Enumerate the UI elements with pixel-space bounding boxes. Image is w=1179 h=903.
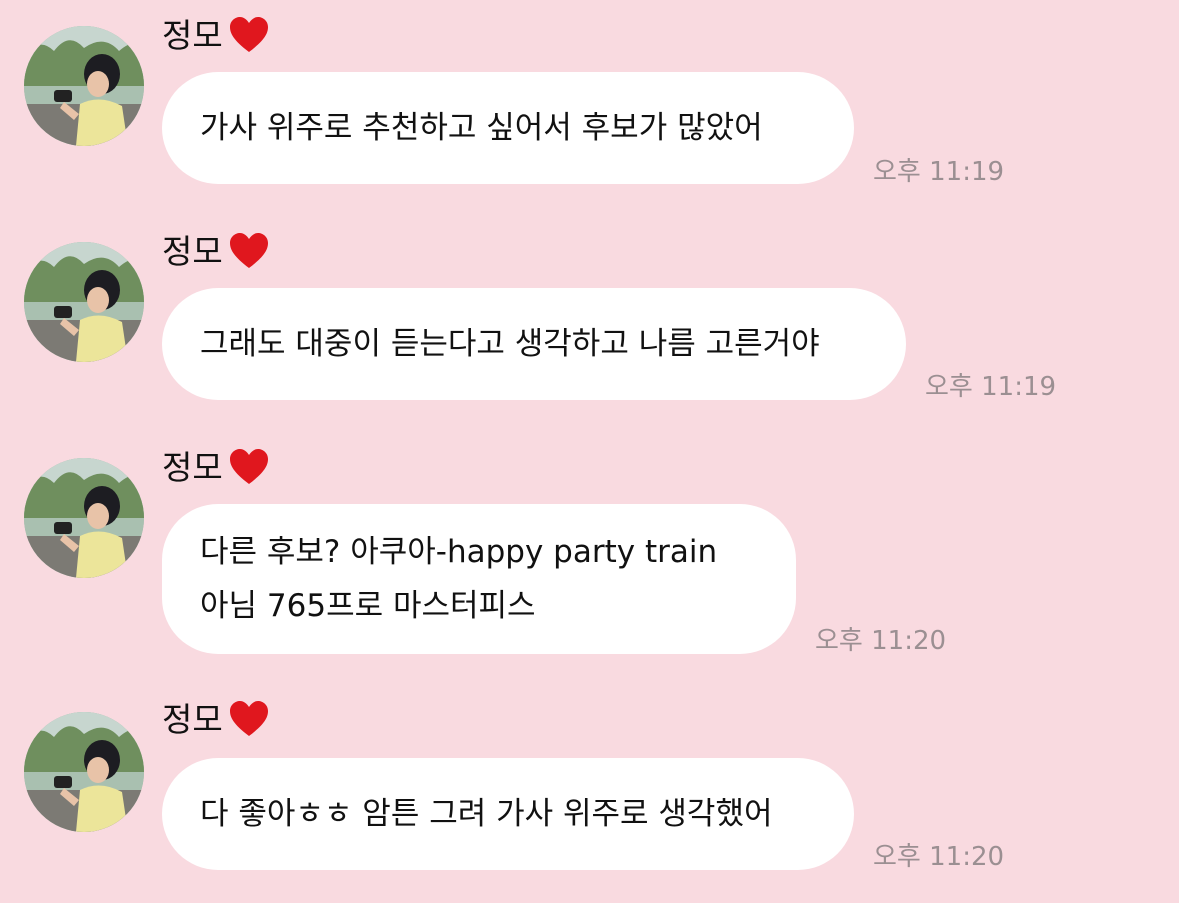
timestamp: 오후 11:20 xyxy=(815,626,947,656)
sender-label: 정모 xyxy=(162,14,271,58)
avatar-photo xyxy=(24,26,144,146)
message-bubble[interactable]: 다 좋아ㅎㅎ 암튼 그려 가사 위주로 생각했어 xyxy=(162,758,854,870)
timestamp: 오후 11:20 xyxy=(873,842,1005,872)
avatar-photo xyxy=(24,712,144,832)
message-text-line: 다른 후보? 아쿠아-happy party train xyxy=(200,534,718,570)
sender-name: 정모 xyxy=(162,448,223,487)
avatar-photo xyxy=(24,458,144,578)
timestamp: 오후 11:19 xyxy=(873,157,1005,187)
sender-name: 정모 xyxy=(162,700,223,739)
avatar[interactable] xyxy=(24,458,144,578)
message-bubble[interactable]: 그래도 대중이 듣는다고 생각하고 나름 고른거야 xyxy=(162,288,906,400)
avatar[interactable] xyxy=(24,242,144,362)
message-bubble[interactable]: 다른 후보? 아쿠아-happy party train 아님 765프로 마스… xyxy=(162,504,796,654)
sender-name: 정모 xyxy=(162,232,223,271)
sender-label: 정모 xyxy=(162,698,271,742)
red-heart-icon xyxy=(229,17,268,52)
message-bubble[interactable]: 가사 위주로 추천하고 싶어서 후보가 많았어 xyxy=(162,72,854,184)
message-text: 가사 위주로 추천하고 싶어서 후보가 많았어 xyxy=(200,110,763,146)
avatar[interactable] xyxy=(24,712,144,832)
red-heart-icon xyxy=(229,449,268,484)
avatar-photo xyxy=(24,242,144,362)
message-text: 다 좋아ㅎㅎ 암튼 그려 가사 위주로 생각했어 xyxy=(200,796,773,832)
red-heart-icon xyxy=(229,701,268,736)
message-text: 그래도 대중이 듣는다고 생각하고 나름 고른거야 xyxy=(200,326,820,362)
red-heart-icon xyxy=(229,233,268,268)
avatar[interactable] xyxy=(24,26,144,146)
timestamp: 오후 11:19 xyxy=(925,372,1057,402)
sender-label: 정모 xyxy=(162,230,271,274)
message-text-line: 아님 765프로 마스터피스 xyxy=(200,588,536,624)
sender-name: 정모 xyxy=(162,16,223,55)
sender-label: 정모 xyxy=(162,446,271,490)
